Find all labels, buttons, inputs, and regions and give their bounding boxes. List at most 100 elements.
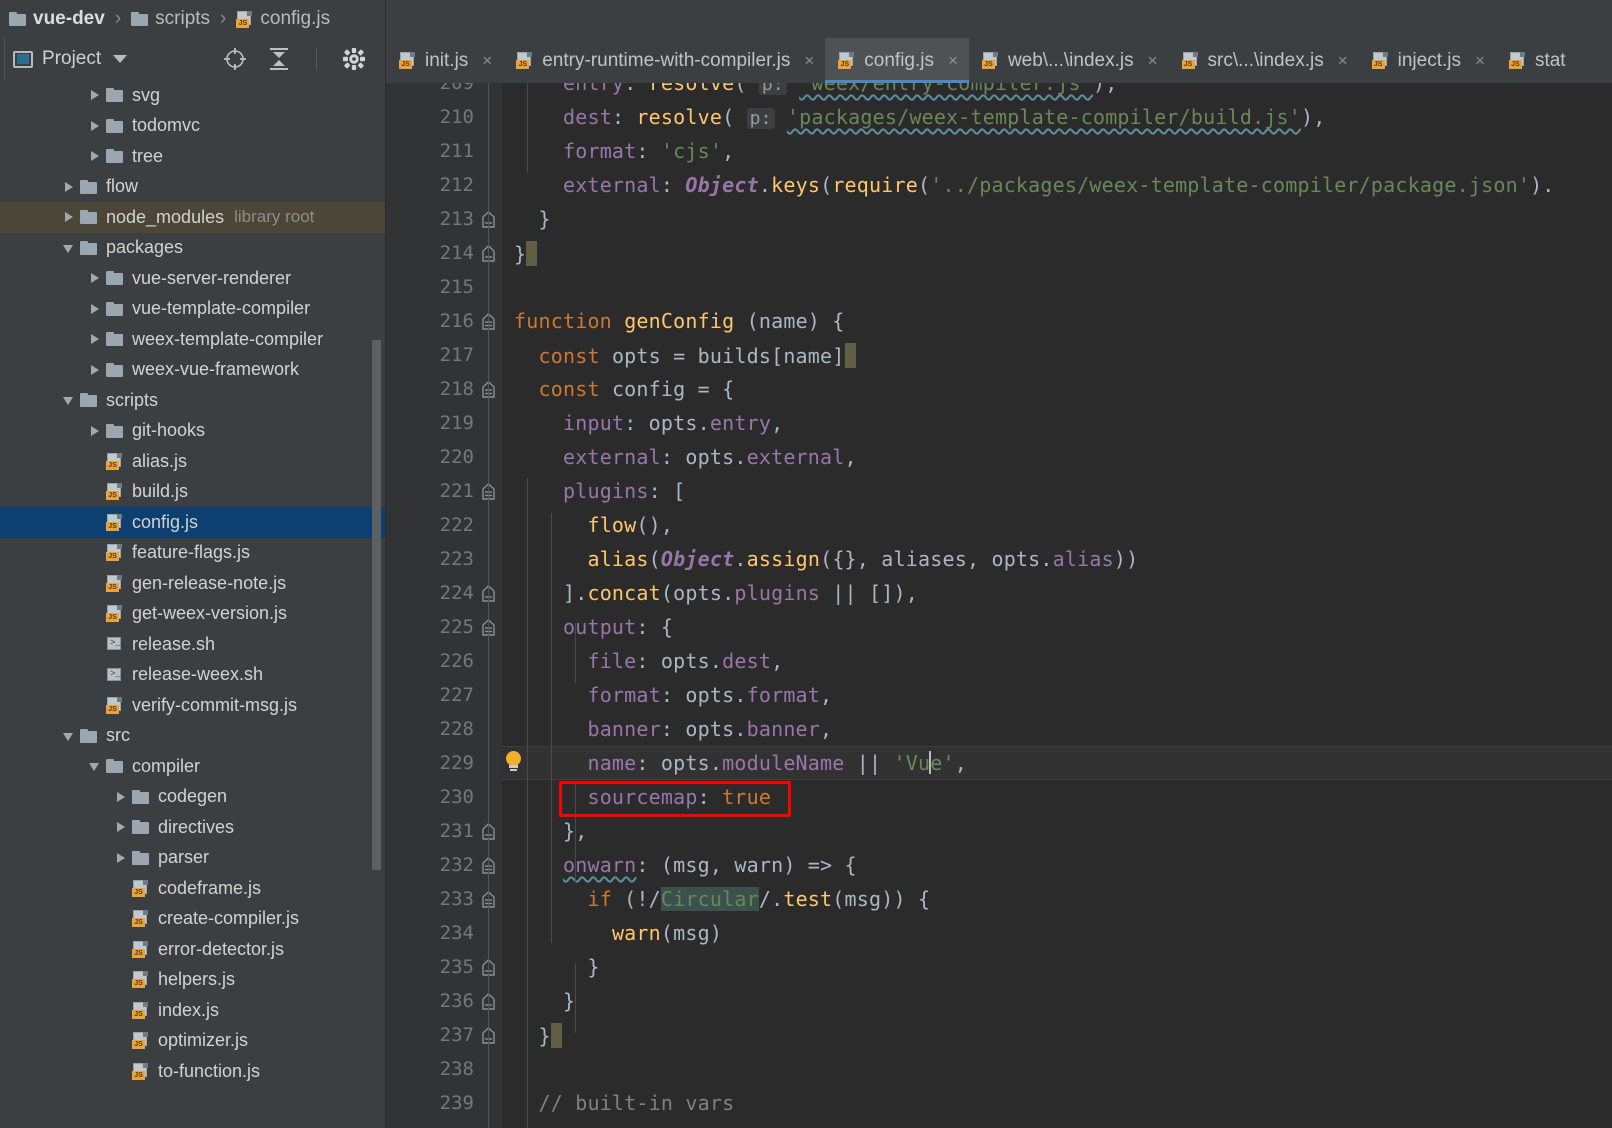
code-line[interactable]: 223 alias(Object.assign({}, aliases, opt… (386, 542, 1612, 576)
tree-item-release-sh[interactable]: >_ release.sh (0, 629, 386, 660)
editor-tab-web-index-js[interactable]: JS web\...\index.js × (969, 38, 1169, 83)
chevron-down-icon[interactable] (113, 55, 128, 63)
code-line[interactable]: 232 onwarn: (msg, warn) => { (386, 848, 1612, 882)
collapse-arrow-icon[interactable] (60, 239, 78, 257)
code-line[interactable]: 209 entry: resolve( p: 'weex/entry-compi… (386, 83, 1612, 100)
code-line[interactable]: 237 } (386, 1018, 1612, 1052)
fold-expand-icon[interactable] (481, 891, 497, 908)
tree-item-weex-template-compiler[interactable]: weex-template-compiler (0, 324, 386, 355)
code-line[interactable]: 217 const opts = builds[name] (386, 338, 1612, 372)
code-line[interactable]: 238 (386, 1052, 1612, 1086)
tree-item-scripts[interactable]: scripts (0, 385, 386, 416)
breadcrumb-item-scripts[interactable]: scripts (128, 8, 213, 30)
code-line[interactable]: 212 external: Object.keys(require('../pa… (386, 168, 1612, 202)
tree-item-verify-commit-msg-js[interactable]: JS verify-commit-msg.js (0, 690, 386, 721)
tree-item-index-js[interactable]: JS index.js (0, 995, 386, 1026)
fold-collapse-icon[interactable] (481, 993, 497, 1010)
expand-arrow-icon[interactable] (86, 300, 104, 318)
code-line[interactable]: 216 function genConfig (name) { (386, 304, 1612, 338)
code-line[interactable]: 221 plugins: [ (386, 474, 1612, 508)
tree-item-todomvc[interactable]: todomvc (0, 111, 386, 142)
tree-item-compiler[interactable]: compiler (0, 751, 386, 782)
code-line[interactable]: 222 flow(), (386, 508, 1612, 542)
code-line[interactable]: 210 dest: resolve( p: 'packages/weex-tem… (386, 100, 1612, 134)
code-line[interactable]: 218 const config = { (386, 372, 1612, 406)
fold-collapse-icon[interactable] (481, 959, 497, 976)
fold-collapse-icon[interactable] (481, 1027, 497, 1044)
fold-expand-icon[interactable] (481, 619, 497, 636)
fold-expand-icon[interactable] (481, 857, 497, 874)
code-line[interactable]: 228 banner: opts.banner, (386, 712, 1612, 746)
code-line[interactable]: 215 (386, 270, 1612, 304)
editor-tab-stat[interactable]: JS stat (1496, 38, 1577, 83)
tree-item-alias-js[interactable]: JS alias.js (0, 446, 386, 477)
tree-item-flow[interactable]: flow (0, 172, 386, 203)
code-line[interactable]: 227 format: opts.format, (386, 678, 1612, 712)
tree-item-vue-template-compiler[interactable]: vue-template-compiler (0, 294, 386, 325)
code-line[interactable]: 236 } (386, 984, 1612, 1018)
code-line[interactable]: 213 } (386, 202, 1612, 236)
code-line[interactable]: 229 name: opts.moduleName || 'Vue', (386, 746, 1612, 780)
fold-collapse-icon[interactable] (481, 245, 497, 262)
tree-item-to-function-js[interactable]: JS to-function.js (0, 1056, 386, 1087)
expand-arrow-icon[interactable] (60, 208, 78, 226)
collapse-arrow-icon[interactable] (60, 391, 78, 409)
code-line[interactable]: 214} (386, 236, 1612, 270)
tree-item-vue-server-renderer[interactable]: vue-server-renderer (0, 263, 386, 294)
tree-item-parser[interactable]: parser (0, 843, 386, 874)
tree-item-release-weex-sh[interactable]: >_ release-weex.sh (0, 660, 386, 691)
editor-tab-entry-runtime-with-compiler-js[interactable]: JS entry-runtime-with-compiler.js × (503, 38, 825, 83)
expand-arrow-icon[interactable] (86, 117, 104, 135)
tree-item-node-modules[interactable]: node_modules library root (0, 202, 386, 233)
code-line[interactable]: 233 if (!/Circular/.test(msg)) { (386, 882, 1612, 916)
breadcrumb-item-file[interactable]: JS config.js (233, 8, 333, 30)
tree-item-tree[interactable]: tree (0, 141, 386, 172)
expand-arrow-icon[interactable] (112, 849, 130, 867)
code-line[interactable]: 230 sourcemap: true (386, 780, 1612, 814)
fold-collapse-icon[interactable] (481, 585, 497, 602)
tree-item-git-hooks[interactable]: git-hooks (0, 416, 386, 447)
tree-item-codegen[interactable]: codegen (0, 782, 386, 813)
editor-tab-init-js[interactable]: JS init.js × (386, 38, 503, 83)
expand-arrow-icon[interactable] (86, 269, 104, 287)
code-editor[interactable]: 209 entry: resolve( p: 'weex/entry-compi… (386, 83, 1612, 1128)
expand-arrow-icon[interactable] (86, 147, 104, 165)
close-icon[interactable]: × (1148, 51, 1158, 71)
fold-expand-icon[interactable] (481, 381, 497, 398)
locate-icon[interactable] (222, 46, 248, 72)
fold-collapse-icon[interactable] (481, 211, 497, 228)
code-line[interactable]: 234 warn(msg) (386, 916, 1612, 950)
tree-item-svg[interactable]: svg (0, 80, 386, 111)
editor-tab-config-js[interactable]: JS config.js × (825, 38, 969, 83)
expand-arrow-icon[interactable] (86, 361, 104, 379)
tree-item-packages[interactable]: packages (0, 233, 386, 264)
tree-item-optimizer-js[interactable]: JS optimizer.js (0, 1026, 386, 1057)
fold-collapse-icon[interactable] (481, 823, 497, 840)
code-line[interactable]: 219 input: opts.entry, (386, 406, 1612, 440)
close-icon[interactable]: × (1338, 51, 1348, 71)
expand-arrow-icon[interactable] (86, 330, 104, 348)
editor-tab-inject-js[interactable]: JS inject.js × (1359, 38, 1496, 83)
sidebar-scrollbar[interactable] (372, 340, 381, 870)
tree-item-build-js[interactable]: JS build.js (0, 477, 386, 508)
code-line[interactable]: 239 // built-in vars (386, 1086, 1612, 1120)
tree-item-gen-release-note-js[interactable]: JS gen-release-note.js (0, 568, 386, 599)
close-icon[interactable]: × (482, 51, 492, 71)
expand-arrow-icon[interactable] (86, 422, 104, 440)
code-line[interactable]: 235 } (386, 950, 1612, 984)
editor-tab-bar[interactable]: JS init.js × JS entry-runtime-with-compiler.… (386, 38, 1612, 83)
tree-item-create-compiler-js[interactable]: JS create-compiler.js (0, 904, 386, 935)
collapse-arrow-icon[interactable] (60, 727, 78, 745)
close-icon[interactable]: × (1475, 51, 1485, 71)
tree-item-weex-vue-framework[interactable]: weex-vue-framework (0, 355, 386, 386)
fold-expand-icon[interactable] (481, 313, 497, 330)
settings-gear-icon[interactable] (341, 46, 367, 72)
code-line[interactable]: 226 file: opts.dest, (386, 644, 1612, 678)
tree-item-feature-flags-js[interactable]: JS feature-flags.js (0, 538, 386, 569)
project-tree[interactable]: svg todomvc tree flow node_modules library ro… (0, 80, 386, 1128)
code-line[interactable]: 211 format: 'cjs', (386, 134, 1612, 168)
code-line[interactable]: 231 }, (386, 814, 1612, 848)
tree-item-codeframe-js[interactable]: JS codeframe.js (0, 873, 386, 904)
editor-code-area[interactable]: 209 entry: resolve( p: 'weex/entry-compi… (386, 83, 1612, 1128)
tree-item-get-weex-version-js[interactable]: JS get-weex-version.js (0, 599, 386, 630)
